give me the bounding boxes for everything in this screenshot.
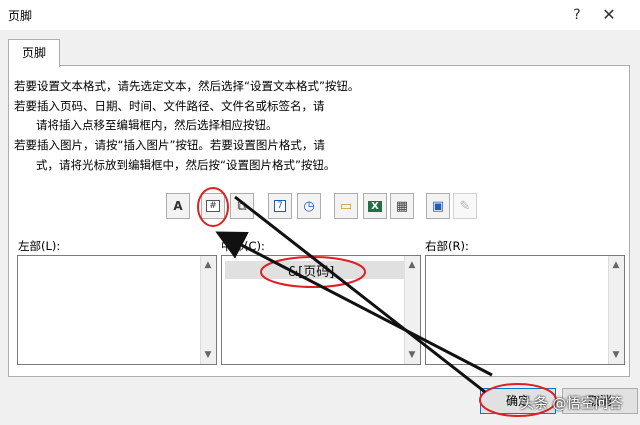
watermark: 头条 @悟空问答 — [520, 396, 623, 412]
center-section-label: 中部(C): — [221, 239, 265, 253]
insert-file-path-button[interactable]: ▭ — [334, 193, 358, 219]
insert-picture-icon: ▣ — [431, 198, 445, 214]
close-button[interactable]: ✕ — [598, 4, 620, 26]
instruction-line: 若要插入图片，请按“插入图片”按钮。若要设置图片格式，请 — [14, 138, 325, 152]
insert-sheet-name-button[interactable]: ▦ — [390, 193, 414, 219]
scroll-up-icon[interactable]: ▲ — [408, 259, 416, 271]
right-section-label: 右部(R): — [425, 239, 469, 253]
scroll-down-icon[interactable]: ▼ — [204, 349, 212, 361]
help-button[interactable]: ? — [566, 4, 588, 26]
tab-footer[interactable]: 页脚 — [8, 39, 60, 67]
insert-file-name-button[interactable]: X — [363, 193, 387, 219]
instruction-line: 请将插入点移至编辑框内，然后选择相应按钮。 — [36, 118, 278, 132]
format-picture-icon: ✎ — [459, 198, 471, 214]
format-picture-button[interactable]: ✎ — [453, 193, 477, 219]
scroll-down-icon[interactable]: ▼ — [408, 349, 416, 361]
scroll-up-icon[interactable]: ▲ — [204, 259, 212, 271]
scroll-down-icon[interactable]: ▼ — [612, 349, 620, 361]
format-text-button[interactable]: A — [166, 193, 190, 219]
file-path-icon: ▭ — [339, 198, 353, 214]
right-section-input[interactable]: ▲ ▼ — [425, 255, 625, 365]
title-bar: 页脚 ? ✕ — [0, 0, 640, 30]
file-name-icon: X — [368, 200, 382, 212]
date-icon: 7 — [274, 200, 286, 212]
insert-time-button[interactable]: ◷ — [297, 193, 321, 219]
left-section-label: 左部(L): — [18, 239, 61, 253]
scrollbar[interactable]: ▲ ▼ — [608, 256, 624, 364]
page-number-icon: # — [206, 200, 220, 212]
instruction-line: 式，请将光标放到编辑框中，然后按“设置图片格式”按钮。 — [36, 158, 336, 172]
scrollbar[interactable]: ▲ ▼ — [200, 256, 216, 364]
left-section-input[interactable]: ▲ ▼ — [17, 255, 217, 365]
page-count-icon: ⧉ — [237, 198, 247, 214]
insert-picture-button[interactable]: ▣ — [426, 193, 450, 219]
insert-page-number-button[interactable]: # — [201, 193, 225, 219]
time-icon: ◷ — [303, 198, 315, 214]
sheet-name-icon: ▦ — [395, 198, 409, 214]
dialog-title: 页脚 — [8, 9, 33, 23]
insert-page-count-button[interactable]: ⧉ — [230, 193, 254, 219]
instruction-line: 若要设置文本格式，请先选定文本，然后选择“设置文本格式”按钮。 — [14, 79, 360, 93]
instruction-line: 若要插入页码、日期、时间、文件路径、文件名或标签名，请 — [14, 99, 325, 113]
scrollbar[interactable]: ▲ ▼ — [404, 256, 420, 364]
scroll-up-icon[interactable]: ▲ — [612, 259, 620, 271]
insert-date-button[interactable]: 7 — [268, 193, 292, 219]
center-section-content[interactable]: &[页码] — [288, 261, 334, 280]
format-text-icon: A — [173, 199, 183, 213]
